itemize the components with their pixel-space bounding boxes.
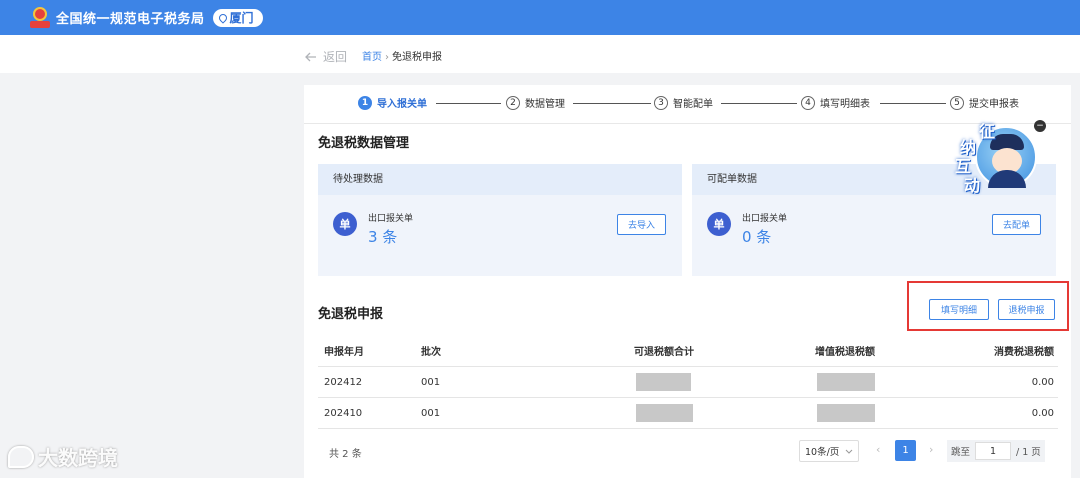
region-selector[interactable]: 厦门: [212, 8, 263, 27]
step-4[interactable]: 4 填写明细表: [801, 95, 870, 110]
watermark-text: 大数跨境: [38, 446, 118, 470]
next-page-icon[interactable]: ›: [929, 443, 933, 456]
step-label: 数据管理: [525, 99, 565, 110]
jump-input[interactable]: 1: [975, 442, 1012, 460]
cell-consumption-refund: 0.00: [1031, 377, 1054, 388]
redacted-cell: [817, 404, 875, 422]
mascot-char: 动: [964, 176, 981, 195]
tax-emblem-icon: [30, 6, 50, 29]
site-title: 全国统一规范电子税务局: [56, 12, 205, 27]
step-label: 填写明细表: [820, 99, 870, 110]
breadcrumb-current: 免退税申报: [392, 52, 442, 63]
top-bar: 全国统一规范电子税务局 厦门: [0, 0, 1080, 35]
arrow-left-icon: [305, 52, 316, 61]
match-button[interactable]: 去配单: [992, 214, 1041, 235]
cell-period: 202410: [324, 408, 363, 419]
cell-batch: 001: [421, 377, 441, 388]
column-header: 批次: [421, 347, 441, 358]
declaration-table: 申报年月 批次 可退税额合计 增值税退税额 消费税退税额 202412 001 …: [318, 338, 1058, 429]
page-size-value: 10条/页: [805, 447, 840, 458]
page-total: / 1 页: [1016, 447, 1041, 458]
redacted-cell: [817, 373, 875, 391]
panel-label: 出口报关单: [368, 214, 414, 224]
step-label: 提交申报表: [969, 99, 1019, 110]
step-number: 4: [801, 95, 815, 110]
pagination: 共 2 条 10条/页 ‹ 1 › 跳至 1 / 1 页: [304, 437, 1071, 467]
cell-consumption-refund: 0.00: [1031, 408, 1054, 419]
panel-header: 待处理数据: [318, 164, 682, 195]
chat-bubble-icon: [8, 445, 34, 468]
chevron-down-icon: [845, 449, 853, 454]
step-2[interactable]: 2 数据管理: [506, 95, 565, 110]
step-3[interactable]: 3 智能配单: [654, 95, 713, 110]
prev-page-icon[interactable]: ‹: [876, 443, 880, 456]
import-button[interactable]: 去导入: [617, 214, 666, 235]
pending-data-panel: 待处理数据 单 出口报关单 3 条 去导入: [318, 164, 682, 276]
refund-declare-button[interactable]: 退税申报: [998, 299, 1055, 320]
cell-batch: 001: [421, 408, 441, 419]
interaction-mascot[interactable]: 征 纳 互 动 −: [952, 120, 1046, 195]
panel-label: 出口报关单: [742, 214, 788, 224]
breadcrumb-separator: ›: [385, 52, 389, 63]
step-connector: [573, 103, 651, 104]
watermark: 大数跨境: [8, 442, 118, 471]
breadcrumb: 首页 › 免退税申报: [362, 48, 442, 63]
step-indicator: 1 导入报关单 2 数据管理 3 智能配单 4 填写明细表 5 提交申报表: [354, 95, 1054, 111]
step-label: 智能配单: [673, 99, 713, 110]
step-5[interactable]: 5 提交申报表: [950, 95, 1019, 110]
cell-period: 202412: [324, 377, 363, 388]
location-pin-icon: [216, 11, 229, 24]
pending-count: 3 条: [368, 228, 398, 246]
table-row[interactable]: 202410 001 0.00: [318, 398, 1058, 429]
step-connector: [721, 103, 797, 104]
column-header: 增值税退税额: [815, 347, 875, 358]
back-label: 返回: [323, 50, 348, 64]
back-button[interactable]: 返回: [305, 48, 347, 65]
table-row[interactable]: 202412 001 0.00: [318, 367, 1058, 398]
data-management-title: 免退税数据管理: [318, 136, 410, 151]
customs-declaration-icon: 单: [707, 212, 731, 236]
fill-details-button[interactable]: 填写明细: [929, 299, 989, 320]
step-connector: [436, 103, 501, 104]
column-header: 可退税额合计: [634, 347, 694, 358]
column-header: 消费税退税额: [994, 347, 1054, 358]
customs-declaration-icon: 单: [333, 212, 357, 236]
step-number: 1: [358, 95, 372, 110]
step-number: 2: [506, 95, 520, 110]
declaration-title: 免退税申报: [318, 307, 384, 322]
step-number: 5: [950, 95, 964, 110]
breadcrumb-bar: 返回 首页 › 免退税申报: [0, 35, 1080, 73]
matchable-count: 0 条: [742, 228, 772, 246]
region-label: 厦门: [229, 11, 254, 25]
step-label: 导入报关单: [377, 99, 427, 110]
mascot-close-icon[interactable]: −: [1034, 120, 1046, 132]
table-header: 申报年月 批次 可退税额合计 增值税退税额 消费税退税额: [318, 338, 1058, 367]
total-count: 共 2 条: [329, 449, 362, 460]
step-connector: [880, 103, 946, 104]
breadcrumb-home[interactable]: 首页: [362, 52, 382, 63]
current-page[interactable]: 1: [895, 440, 916, 461]
column-header: 申报年月: [324, 347, 364, 358]
step-number: 3: [654, 95, 668, 110]
page-jump: 跳至 1 / 1 页: [947, 440, 1045, 462]
jump-label: 跳至: [951, 447, 971, 458]
redacted-cell: [636, 404, 693, 422]
page-size-select[interactable]: 10条/页: [799, 440, 859, 462]
redacted-cell: [636, 373, 691, 391]
mascot-char: 征: [979, 122, 996, 141]
step-1[interactable]: 1 导入报关单: [358, 95, 427, 110]
